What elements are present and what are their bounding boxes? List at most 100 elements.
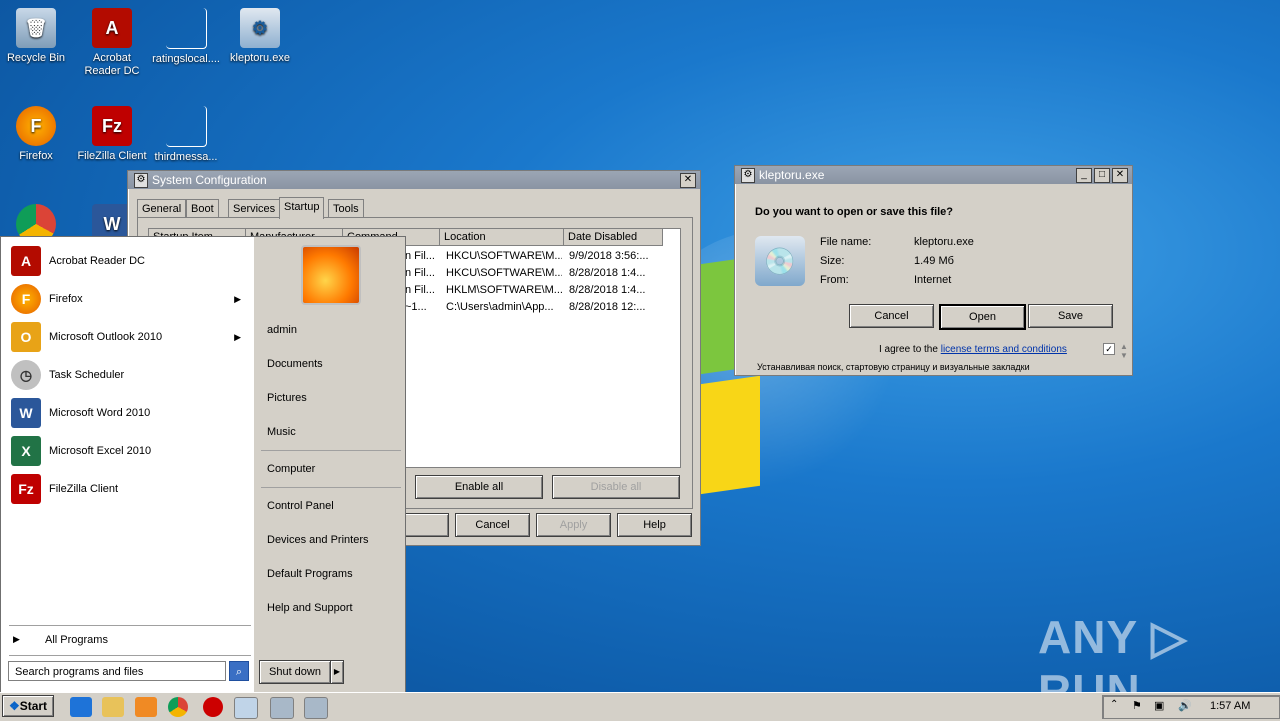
- minimize-icon[interactable]: _: [1076, 167, 1092, 183]
- question-text: Do you want to open or save this file?: [755, 206, 954, 218]
- tray-expand-icon[interactable]: ⌃: [1110, 699, 1118, 710]
- menu-devices-printers[interactable]: Devices and Printers: [267, 534, 369, 546]
- flag-icon[interactable]: ⚑: [1132, 699, 1142, 712]
- column-header-location[interactable]: Location: [440, 229, 564, 246]
- program-acrobat[interactable]: A Acrobat Reader DC: [11, 246, 251, 276]
- row-date: 8/28/2018 1:4...: [569, 284, 646, 296]
- clock[interactable]: 1:57 AM: [1210, 700, 1250, 712]
- cancel-button[interactable]: Cancel: [455, 513, 530, 537]
- row-command: ~1...: [405, 301, 427, 313]
- desktop-icon-acrobat[interactable]: A Acrobat Reader DC: [76, 8, 148, 78]
- ie-icon[interactable]: [70, 697, 92, 717]
- program-excel[interactable]: X Microsoft Excel 2010: [11, 436, 251, 466]
- row-command: n Fil...: [405, 250, 435, 262]
- menu-help-support[interactable]: Help and Support: [267, 602, 353, 614]
- search-input[interactable]: Search programs and files: [8, 661, 226, 681]
- row-date: 9/9/2018 3:56:...: [569, 250, 649, 262]
- download-titlebar[interactable]: ⚙ kleptoru.exe _ □ ✕: [735, 166, 1132, 184]
- window-taskbar-icon[interactable]: [304, 697, 328, 719]
- license-link[interactable]: license terms and conditions: [941, 344, 1067, 355]
- firefox-icon: F: [16, 106, 56, 146]
- filezilla-icon: Fz: [92, 106, 132, 146]
- row-location: HKCU\SOFTWARE\M...: [446, 250, 562, 262]
- row-command: n Fil...: [405, 267, 435, 279]
- program-task-scheduler[interactable]: ◷ Task Scheduler: [11, 360, 251, 390]
- network-icon[interactable]: ▣: [1154, 699, 1164, 712]
- program-word[interactable]: W Microsoft Word 2010: [11, 398, 251, 428]
- column-header-date-disabled[interactable]: Date Disabled: [564, 229, 663, 246]
- menu-default-programs[interactable]: Default Programs: [267, 568, 353, 580]
- menu-control-panel[interactable]: Control Panel: [267, 500, 334, 512]
- row-command: n Fil...: [405, 284, 435, 296]
- apply-button[interactable]: Apply: [536, 513, 611, 537]
- user-avatar[interactable]: [301, 245, 361, 305]
- desktop-icon-ratingslocal[interactable]: ratingslocal....: [150, 8, 222, 66]
- desktop-icon-thirdmessa[interactable]: thirdmessa...: [150, 106, 222, 164]
- dialog-title: kleptoru.exe: [759, 168, 825, 182]
- tab-boot[interactable]: Boot: [186, 199, 219, 218]
- file-icon: [165, 106, 207, 147]
- all-programs[interactable]: All Programs: [45, 634, 108, 646]
- start-menu-programs-pane: A Acrobat Reader DC F Firefox ▶ O Micros…: [1, 237, 254, 692]
- close-icon[interactable]: ✕: [1112, 167, 1128, 183]
- program-outlook[interactable]: O Microsoft Outlook 2010 ▶: [11, 322, 251, 352]
- scroll-arrows[interactable]: ▲ ▼: [1119, 342, 1129, 372]
- row-location: C:\Users\admin\App...: [446, 301, 554, 313]
- program-filezilla[interactable]: Fz FileZilla Client: [11, 474, 251, 504]
- maximize-icon[interactable]: □: [1094, 167, 1110, 183]
- media-player-icon[interactable]: [135, 697, 157, 717]
- tab-tools[interactable]: Tools: [328, 199, 364, 218]
- tab-general[interactable]: General: [137, 199, 187, 218]
- submenu-arrow-icon: ▶: [234, 331, 241, 342]
- menu-pictures[interactable]: Pictures: [267, 392, 307, 404]
- desktop-icon-filezilla[interactable]: Fz FileZilla Client: [76, 106, 148, 163]
- shutdown-options-arrow-icon[interactable]: ▶: [330, 660, 344, 684]
- from-value: Internet: [914, 274, 952, 286]
- opera-icon[interactable]: [203, 697, 223, 717]
- tab-services[interactable]: Services: [228, 199, 281, 218]
- taskbar: ❖Start ⌃ ⚑ ▣ 🔊 1:57 AM: [0, 692, 1280, 721]
- size-label: Size:: [820, 255, 845, 267]
- firefox-icon: F: [11, 284, 41, 314]
- divider: [261, 487, 401, 488]
- installer-icon[interactable]: [234, 697, 258, 719]
- save-button[interactable]: Save: [1028, 304, 1113, 328]
- divider: [9, 655, 251, 656]
- filezilla-icon: Fz: [11, 474, 41, 504]
- open-button[interactable]: Open: [939, 304, 1026, 330]
- search-icon[interactable]: ⌕: [229, 661, 249, 681]
- help-button[interactable]: Help: [617, 513, 692, 537]
- menu-documents[interactable]: Documents: [267, 358, 323, 370]
- sysconfig-titlebar[interactable]: ⚙ System Configuration ✕: [128, 171, 700, 189]
- desktop-icon-firefox[interactable]: F Firefox: [0, 106, 72, 163]
- row-date: 8/28/2018 1:4...: [569, 267, 646, 279]
- desktop-icon-recycle-bin[interactable]: 🗑 Recycle Bin: [0, 8, 72, 65]
- program-firefox[interactable]: F Firefox ▶: [11, 284, 251, 314]
- sysconfig-taskbar-icon[interactable]: [270, 697, 294, 719]
- start-button[interactable]: ❖Start: [2, 695, 54, 717]
- clock-icon: ◷: [11, 360, 41, 390]
- row-location: HKLM\SOFTWARE\M...: [446, 284, 562, 296]
- acrobat-icon: A: [92, 8, 132, 48]
- enable-all-button[interactable]: Enable all: [415, 475, 543, 499]
- installer-icon: ⚙: [240, 8, 280, 48]
- excel-icon: X: [11, 436, 41, 466]
- from-label: From:: [820, 274, 849, 286]
- tab-startup[interactable]: Startup: [279, 197, 325, 219]
- agree-checkbox[interactable]: ✓: [1103, 343, 1115, 355]
- menu-music[interactable]: Music: [267, 426, 296, 438]
- chrome-icon[interactable]: [168, 697, 188, 717]
- disable-all-button[interactable]: Disable all: [552, 475, 680, 499]
- menu-admin[interactable]: admin: [267, 324, 297, 336]
- file-type-icon: 💿: [755, 236, 805, 286]
- agree-text: I agree to the license terms and conditi…: [879, 344, 1067, 355]
- volume-icon[interactable]: 🔊: [1178, 699, 1192, 712]
- desktop-icon-kleptoru[interactable]: ⚙ kleptoru.exe: [224, 8, 296, 65]
- close-icon[interactable]: ✕: [680, 172, 696, 188]
- divider: [9, 625, 251, 626]
- shutdown-button[interactable]: Shut down: [259, 660, 331, 684]
- explorer-icon[interactable]: [102, 697, 124, 717]
- download-cancel-button[interactable]: Cancel: [849, 304, 934, 328]
- menu-computer[interactable]: Computer: [267, 463, 315, 475]
- windows-logo-icon: ❖: [8, 699, 20, 713]
